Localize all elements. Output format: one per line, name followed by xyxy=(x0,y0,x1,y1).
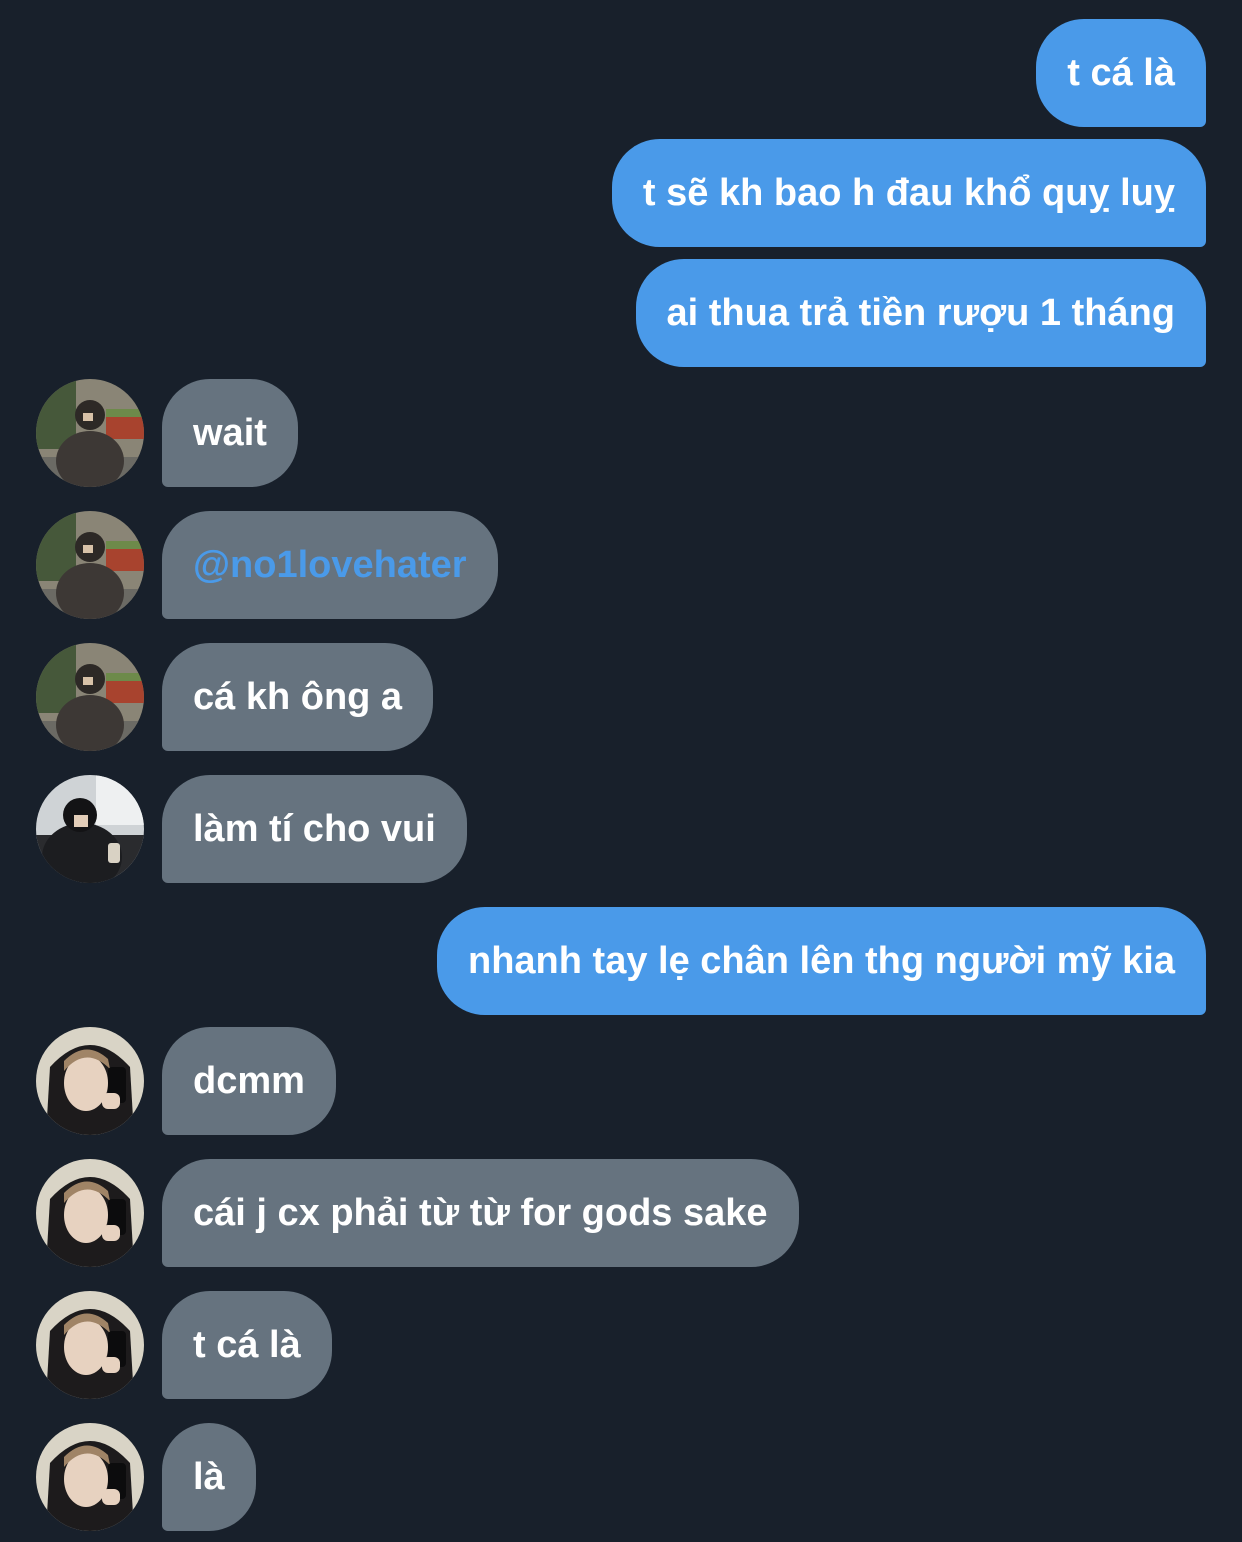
avatar-user-a[interactable] xyxy=(36,379,144,487)
message-bubble-incoming[interactable]: là xyxy=(162,1423,256,1531)
message-bubble-outgoing[interactable]: t sẽ kh bao h đau khổ quỵ luỵ xyxy=(611,139,1206,247)
avatar-user-c[interactable] xyxy=(36,1159,144,1267)
avatar-user-c[interactable] xyxy=(36,1027,144,1135)
message-bubble-incoming[interactable]: cá kh ông a xyxy=(162,643,434,751)
mention-link[interactable]: @no1lovehater xyxy=(193,544,467,587)
message-bubble-outgoing[interactable]: nhanh tay lẹ chân lên thg người mỹ kia xyxy=(437,907,1206,1015)
avatar-user-a[interactable] xyxy=(36,511,144,619)
avatar-user-c[interactable] xyxy=(36,1291,144,1399)
message-text: t cá là xyxy=(193,1323,301,1366)
message-bubble-incoming[interactable]: làm tí cho vui xyxy=(162,775,467,883)
avatar-user-c[interactable] xyxy=(36,1423,144,1531)
message-text: cá kh ông a xyxy=(193,675,403,718)
message-text: t sẽ kh bao h đau khổ quỵ luỵ xyxy=(642,171,1175,214)
message-bubble-incoming[interactable]: dcmm xyxy=(162,1027,336,1135)
message-text: ai thua trả tiền rượu 1 tháng xyxy=(666,291,1175,334)
message-text: wait xyxy=(193,411,267,454)
message-text: t cá là xyxy=(1067,51,1175,94)
message-text: làm tí cho vui xyxy=(193,807,436,850)
avatar-user-a[interactable] xyxy=(36,643,144,751)
message-text: dcmm xyxy=(193,1059,305,1102)
message-bubble-incoming[interactable]: @no1lovehater xyxy=(162,511,498,619)
message-bubble-incoming[interactable]: wait xyxy=(162,379,298,487)
message-text: cái j cx phải từ từ for gods sake xyxy=(193,1191,768,1234)
avatar-user-b[interactable] xyxy=(36,775,144,883)
message-thread: t cá là t sẽ kh bao h đau khổ quỵ luỵ ai… xyxy=(0,0,1242,1542)
message-text: nhanh tay lẹ chân lên thg người mỹ kia xyxy=(468,939,1175,982)
message-bubble-incoming[interactable]: cái j cx phải từ từ for gods sake xyxy=(162,1159,799,1267)
message-bubble-outgoing[interactable]: t cá là xyxy=(1036,19,1206,127)
message-bubble-outgoing[interactable]: ai thua trả tiền rượu 1 tháng xyxy=(635,259,1206,367)
message-bubble-incoming[interactable]: t cá là xyxy=(162,1291,332,1399)
message-text: là xyxy=(193,1455,225,1498)
